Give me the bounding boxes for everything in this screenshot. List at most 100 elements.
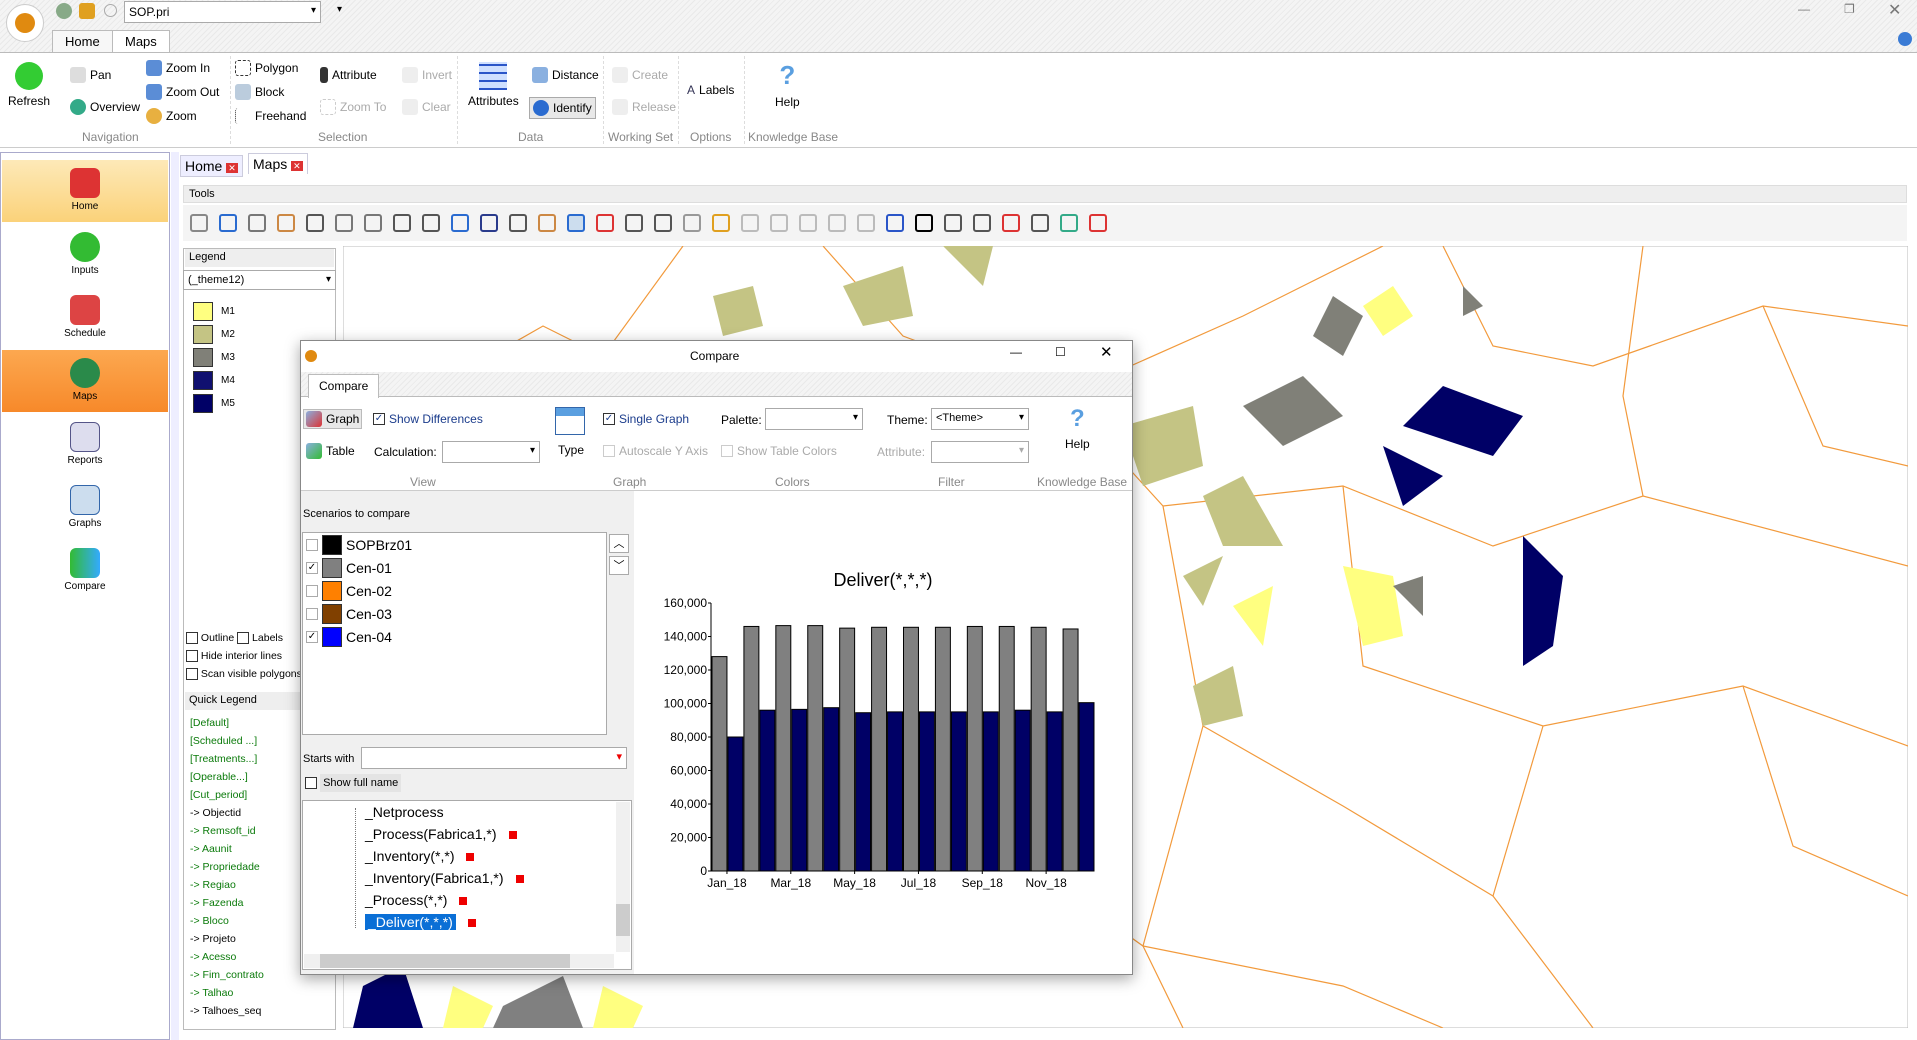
zoom-button[interactable]: Zoom [146, 108, 197, 124]
dialog-close-button[interactable]: ✕ [1100, 343, 1113, 361]
labels-button[interactable]: ALabels [687, 83, 734, 97]
zoom-in-button[interactable]: Zoom In [146, 60, 210, 76]
circle-icon[interactable] [248, 214, 266, 232]
distance-button[interactable]: Distance [532, 67, 599, 83]
polygon-button[interactable]: Polygon [235, 60, 298, 76]
clear-button[interactable]: Clear [402, 99, 451, 115]
move-up-button[interactable]: ︿ [609, 534, 629, 553]
type-button[interactable]: Type [558, 443, 584, 457]
table-icon[interactable] [886, 214, 904, 232]
sidebar-item-maps[interactable]: Maps [2, 350, 168, 412]
target-icon[interactable] [944, 214, 962, 232]
doc-tab-home[interactable]: Home ✕ [180, 155, 243, 177]
quick-legend-item[interactable]: -> Aaunit [190, 843, 232, 855]
legend-icon[interactable] [1002, 214, 1020, 232]
quick-legend-item[interactable]: [Operable...] [190, 771, 248, 783]
hide-interior-checkbox[interactable]: Hide interior lines [186, 650, 282, 662]
theme-select[interactable]: (_theme12) [183, 270, 336, 290]
text-icon[interactable] [915, 214, 933, 232]
sidebar-item-reports[interactable]: Reports [2, 414, 168, 474]
close-icon[interactable]: ✕ [226, 163, 238, 173]
quick-legend-item[interactable]: -> Acesso [190, 951, 236, 963]
hand-icon[interactable] [683, 214, 701, 232]
vertical-scrollbar[interactable] [616, 802, 630, 952]
quick-legend-item[interactable]: [Cut_period] [190, 789, 247, 801]
scenario-row[interactable]: SOPBrz01 [306, 535, 412, 555]
cube-icon[interactable] [712, 214, 730, 232]
refresh-button[interactable]: Refresh [8, 62, 50, 108]
tab-home[interactable]: Home [52, 30, 113, 52]
outline-checkbox[interactable]: Outline Labels [186, 632, 283, 644]
sidebar-item-home[interactable]: Home [2, 160, 168, 222]
link-icon[interactable] [857, 214, 875, 232]
show-full-name-checkbox[interactable]: Show full name [305, 777, 401, 789]
layers-icon[interactable] [277, 214, 295, 232]
tree-item[interactable]: _Deliver(*,*,*) [365, 914, 476, 930]
graph-button[interactable]: Graph [303, 409, 362, 429]
chevron-down-icon[interactable]: ▾ [616, 750, 622, 763]
shield-icon[interactable] [79, 3, 95, 19]
doc-tab-maps[interactable]: Maps ✕ [248, 153, 308, 174]
add-icon[interactable] [973, 214, 991, 232]
save-icon[interactable] [190, 214, 208, 232]
tree-item[interactable]: _Netprocess [365, 804, 444, 820]
sidebar-item-inputs[interactable]: Inputs [2, 224, 168, 284]
freehand-button[interactable]: Freehand [235, 108, 306, 124]
quick-legend-item[interactable]: -> Projeto [190, 933, 236, 945]
show-table-colors-checkbox[interactable]: Show Table Colors [721, 444, 837, 458]
select-icon[interactable] [509, 214, 527, 232]
dialog-maximize-button[interactable]: ☐ [1055, 345, 1066, 359]
quick-legend-item[interactable]: -> Talhoes_seq [190, 1005, 261, 1017]
file-select[interactable]: SOP.pri [124, 1, 321, 23]
help-button[interactable]: ?Help [775, 60, 800, 109]
palette-select[interactable] [765, 408, 863, 430]
overview-button[interactable]: Overview [70, 99, 140, 115]
quick-legend-item[interactable]: [Treatments...] [190, 753, 257, 765]
tools-icon[interactable] [1060, 214, 1078, 232]
quick-legend-item[interactable]: -> Bloco [190, 915, 229, 927]
scenario-checkbox[interactable] [306, 608, 318, 620]
square2-icon[interactable] [770, 214, 788, 232]
invert-button[interactable]: Invert [402, 67, 452, 83]
scenario-row[interactable]: Cen-03 [306, 604, 392, 624]
chart2-icon[interactable] [828, 214, 846, 232]
globe-dark-icon[interactable] [480, 214, 498, 232]
frame-icon[interactable] [596, 214, 614, 232]
scenario-checkbox[interactable]: ✓ [306, 562, 318, 574]
attribute-select[interactable] [931, 441, 1029, 463]
table-button[interactable]: Table [306, 443, 355, 459]
quick-legend-item[interactable]: -> Talhao [190, 987, 233, 999]
graph-red-icon[interactable] [1089, 214, 1107, 232]
splitter[interactable] [171, 152, 179, 1040]
scenario-row[interactable]: ✓Cen-01 [306, 558, 392, 578]
autoscale-checkbox[interactable]: Autoscale Y Axis [603, 444, 708, 458]
close-icon[interactable]: ✕ [291, 161, 303, 171]
scale-icon[interactable] [1031, 214, 1049, 232]
create-button[interactable]: Create [612, 67, 668, 83]
quick-legend-item[interactable]: [Default] [190, 717, 229, 729]
cursor-icon[interactable] [538, 214, 556, 232]
sidebar-item-compare[interactable]: Compare [2, 540, 168, 600]
square-icon[interactable] [741, 214, 759, 232]
pin-icon[interactable] [654, 214, 672, 232]
tab-compare[interactable]: Compare [308, 374, 379, 398]
app-logo[interactable] [6, 4, 44, 42]
scenario-row[interactable]: ✓Cen-04 [306, 627, 392, 647]
quick-legend-item[interactable]: -> Regiao [190, 879, 236, 891]
labels-checkbox[interactable]: Labels [252, 632, 283, 644]
show-differences-checkbox[interactable]: ✓Show Differences [373, 412, 483, 426]
help-icon[interactable] [1898, 32, 1912, 46]
close-button[interactable]: ✕ [1888, 0, 1901, 20]
release-button[interactable]: Release [612, 99, 676, 115]
theme-filter-select[interactable]: <Theme> [931, 408, 1029, 430]
chart-type-icon[interactable] [555, 407, 585, 435]
sigma-icon[interactable] [625, 214, 643, 232]
scenario-checkbox[interactable] [306, 585, 318, 597]
pan-button[interactable]: Pan [70, 67, 111, 83]
zoom-to-button[interactable]: Zoom To [320, 99, 386, 115]
tree-item[interactable]: _Inventory(Fabrica1,*) [365, 870, 524, 886]
attribute-button[interactable]: Attribute [320, 67, 377, 83]
extent-icon[interactable] [393, 214, 411, 232]
pan-icon[interactable] [422, 214, 440, 232]
scenario-checkbox[interactable]: ✓ [306, 631, 318, 643]
